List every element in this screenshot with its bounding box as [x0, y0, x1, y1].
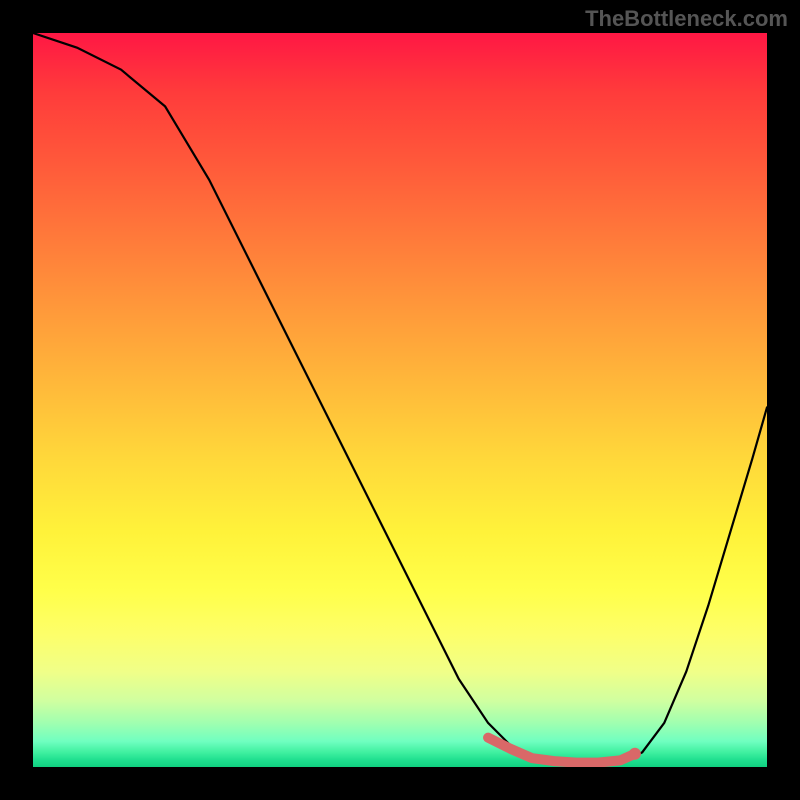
chart-svg: [33, 33, 767, 767]
bottleneck-curve: [33, 33, 767, 765]
chart-plot-area: [33, 33, 767, 767]
watermark-text: TheBottleneck.com: [585, 6, 788, 32]
optimal-point-marker: [629, 748, 641, 760]
optimal-range-marker: [488, 738, 635, 763]
